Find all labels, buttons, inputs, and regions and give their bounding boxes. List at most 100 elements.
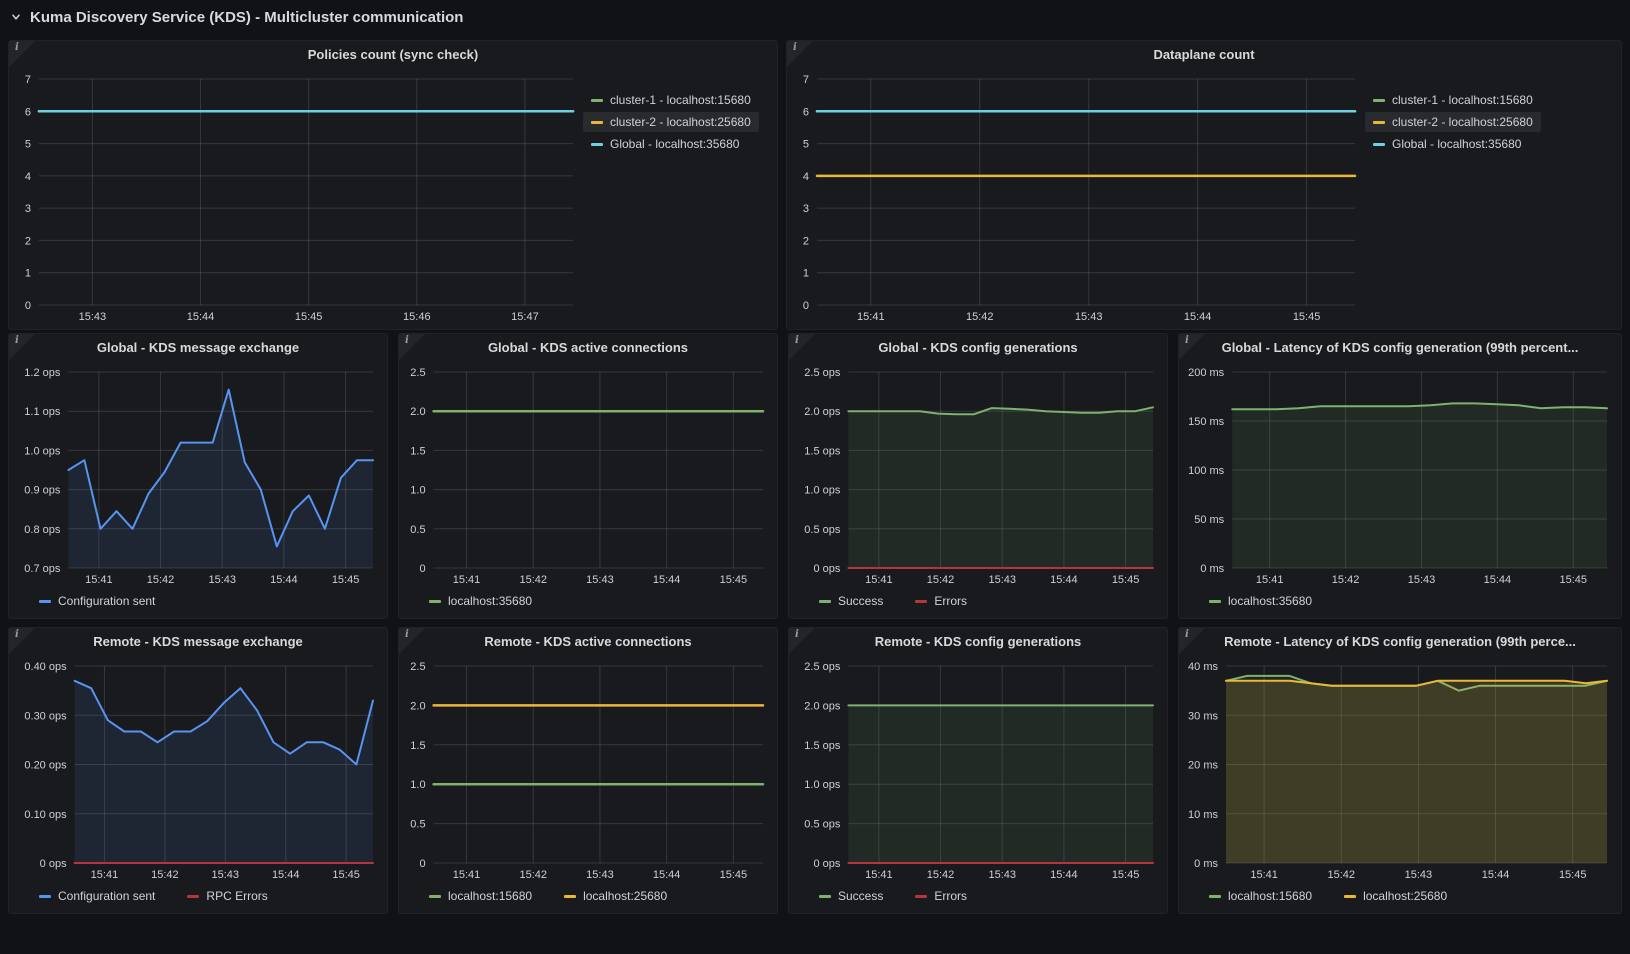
chart-svg: 0.7 ops0.8 ops0.9 ops1.0 ops1.1 ops1.2 o…: [13, 363, 383, 588]
y-tick-label: 5: [803, 139, 809, 151]
panel-title[interactable]: Remote - Latency of KDS config generatio…: [1179, 628, 1621, 655]
legend-color-marker-icon: [429, 895, 441, 898]
legend-item[interactable]: localhost:15680: [421, 886, 540, 906]
legend-item[interactable]: Errors: [907, 886, 975, 906]
y-tick-label: 1.5: [410, 445, 425, 457]
legend-color-marker-icon: [1209, 600, 1221, 603]
time-series-chart[interactable]: 0 ops0.10 ops0.20 ops0.30 ops0.40 ops15:…: [13, 657, 383, 883]
x-tick-label: 15:45: [295, 311, 323, 323]
panel-title[interactable]: Dataplane count: [787, 41, 1621, 68]
legend-item[interactable]: cluster-2 - localhost:25680: [583, 112, 759, 132]
dashboard-panel: i Global - KDS config generations 0 ops0…: [788, 333, 1168, 619]
panel-title-text: Global - KDS message exchange: [97, 340, 299, 355]
legend-item[interactable]: localhost:25680: [1336, 886, 1455, 906]
panel-title[interactable]: Global - Latency of KDS config generatio…: [1179, 334, 1621, 361]
legend-color-marker-icon: [915, 600, 927, 603]
y-tick-label: 0.7 ops: [24, 563, 61, 575]
x-tick-label: 15:41: [85, 574, 113, 586]
dashboard-panel: i Global - KDS message exchange 0.7 ops0…: [8, 333, 388, 619]
time-series-chart[interactable]: 0.7 ops0.8 ops0.9 ops1.0 ops1.1 ops1.2 o…: [13, 363, 383, 588]
legend-item[interactable]: Configuration sent: [31, 591, 163, 611]
legend-color-marker-icon: [187, 895, 199, 898]
y-tick-label: 50 ms: [1194, 514, 1224, 526]
legend-item[interactable]: Errors: [907, 591, 975, 611]
x-tick-label: 15:41: [1256, 574, 1284, 586]
legend-item[interactable]: localhost:35680: [421, 591, 540, 611]
x-tick-label: 15:41: [865, 869, 893, 881]
y-tick-label: 0 ops: [813, 563, 840, 575]
y-tick-label: 2.0: [410, 700, 425, 712]
legend-item[interactable]: Global - localhost:35680: [1365, 134, 1529, 154]
time-series-chart[interactable]: 0 ms50 ms100 ms150 ms200 ms15:4115:4215:…: [1183, 363, 1617, 588]
x-tick-label: 15:47: [511, 311, 539, 323]
chart-legend: cluster-1 - localhost:15680cluster-2 - l…: [583, 70, 773, 325]
panel-title[interactable]: Remote - KDS config generations: [789, 628, 1167, 655]
panel-title[interactable]: Global - KDS message exchange: [9, 334, 387, 361]
time-series-chart[interactable]: 0 ms10 ms20 ms30 ms40 ms15:4115:4215:431…: [1183, 657, 1617, 883]
time-series-chart[interactable]: 0 ops0.5 ops1.0 ops1.5 ops2.0 ops2.5 ops…: [793, 363, 1163, 588]
x-tick-label: 15:45: [1112, 574, 1140, 586]
chart-legend: localhost:35680: [1183, 588, 1617, 614]
legend-item[interactable]: localhost:35680: [1201, 591, 1320, 611]
chart-svg: 0 ops0.5 ops1.0 ops1.5 ops2.0 ops2.5 ops…: [793, 657, 1163, 883]
dashboard-panel: i Remote - Latency of KDS config generat…: [1178, 627, 1622, 914]
legend-item[interactable]: localhost:25680: [556, 886, 675, 906]
panel-title-text: Remote - Latency of KDS config generatio…: [1224, 634, 1576, 649]
y-tick-label: 0 ops: [40, 858, 67, 870]
legend-color-marker-icon: [429, 600, 441, 603]
y-tick-label: 4: [25, 171, 31, 183]
panel-title[interactable]: Policies count (sync check): [9, 41, 777, 68]
x-tick-label: 15:45: [1560, 574, 1588, 586]
info-icon: i: [15, 629, 19, 640]
y-tick-label: 6: [803, 106, 809, 118]
y-tick-label: 1.0 ops: [24, 445, 61, 457]
legend-label: localhost:25680: [1363, 889, 1447, 903]
x-tick-label: 15:45: [720, 574, 748, 586]
time-series-chart[interactable]: 0 ops0.5 ops1.0 ops1.5 ops2.0 ops2.5 ops…: [793, 657, 1163, 883]
x-tick-label: 15:45: [1559, 869, 1587, 881]
x-tick-label: 15:43: [208, 574, 236, 586]
y-tick-label: 1.5 ops: [804, 740, 841, 752]
chart-svg: 0 ops0.5 ops1.0 ops1.5 ops2.0 ops2.5 ops…: [793, 363, 1163, 588]
time-series-chart[interactable]: 00.51.01.52.02.515:4115:4215:4315:4415:4…: [403, 657, 773, 883]
legend-color-marker-icon: [39, 895, 51, 898]
x-tick-label: 15:43: [586, 869, 614, 881]
time-series-chart[interactable]: 0123456715:4115:4215:4315:4415:45: [791, 70, 1365, 325]
y-tick-label: 2.5: [410, 661, 425, 673]
legend-item[interactable]: cluster-1 - localhost:15680: [583, 90, 759, 110]
x-tick-label: 15:42: [519, 869, 547, 881]
legend-item[interactable]: Global - localhost:35680: [583, 134, 747, 154]
legend-color-marker-icon: [915, 895, 927, 898]
info-icon: i: [793, 42, 797, 53]
panel-title[interactable]: Global - KDS config generations: [789, 334, 1167, 361]
series-area: [848, 407, 1153, 568]
legend-item[interactable]: Configuration sent: [31, 886, 163, 906]
info-icon: i: [1185, 335, 1189, 346]
time-series-chart[interactable]: 0123456715:4315:4415:4515:4615:47: [13, 70, 583, 325]
x-tick-label: 15:43: [586, 574, 614, 586]
legend-item[interactable]: cluster-2 - localhost:25680: [1365, 112, 1541, 132]
y-tick-label: 6: [25, 106, 31, 118]
time-series-chart[interactable]: 00.51.01.52.02.515:4115:4215:4315:4415:4…: [403, 363, 773, 588]
dashboard-panel: i Remote - KDS active connections 00.51.…: [398, 627, 778, 914]
y-tick-label: 0.5: [410, 819, 425, 831]
x-tick-label: 15:44: [1050, 574, 1078, 586]
y-tick-label: 0.8 ops: [24, 524, 61, 536]
chart-svg: 0123456715:4315:4415:4515:4615:47: [13, 70, 583, 325]
legend-item[interactable]: Success: [811, 591, 891, 611]
legend-item[interactable]: localhost:15680: [1201, 886, 1320, 906]
y-tick-label: 5: [25, 139, 31, 151]
panel-title[interactable]: Global - KDS active connections: [399, 334, 777, 361]
x-tick-label: 15:42: [927, 869, 955, 881]
y-tick-label: 1.5: [410, 740, 425, 752]
legend-item[interactable]: Success: [811, 886, 891, 906]
panel-title[interactable]: Remote - KDS active connections: [399, 628, 777, 655]
legend-item[interactable]: cluster-1 - localhost:15680: [1365, 90, 1541, 110]
legend-item[interactable]: RPC Errors: [179, 886, 275, 906]
legend-label: Configuration sent: [58, 889, 155, 903]
x-tick-label: 15:42: [1332, 574, 1360, 586]
y-tick-label: 200 ms: [1188, 367, 1225, 379]
x-tick-label: 15:45: [1112, 869, 1140, 881]
dashboard-row-header[interactable]: Kuma Discovery Service (KDS) - Multiclus…: [0, 0, 1630, 34]
panel-title[interactable]: Remote - KDS message exchange: [9, 628, 387, 655]
